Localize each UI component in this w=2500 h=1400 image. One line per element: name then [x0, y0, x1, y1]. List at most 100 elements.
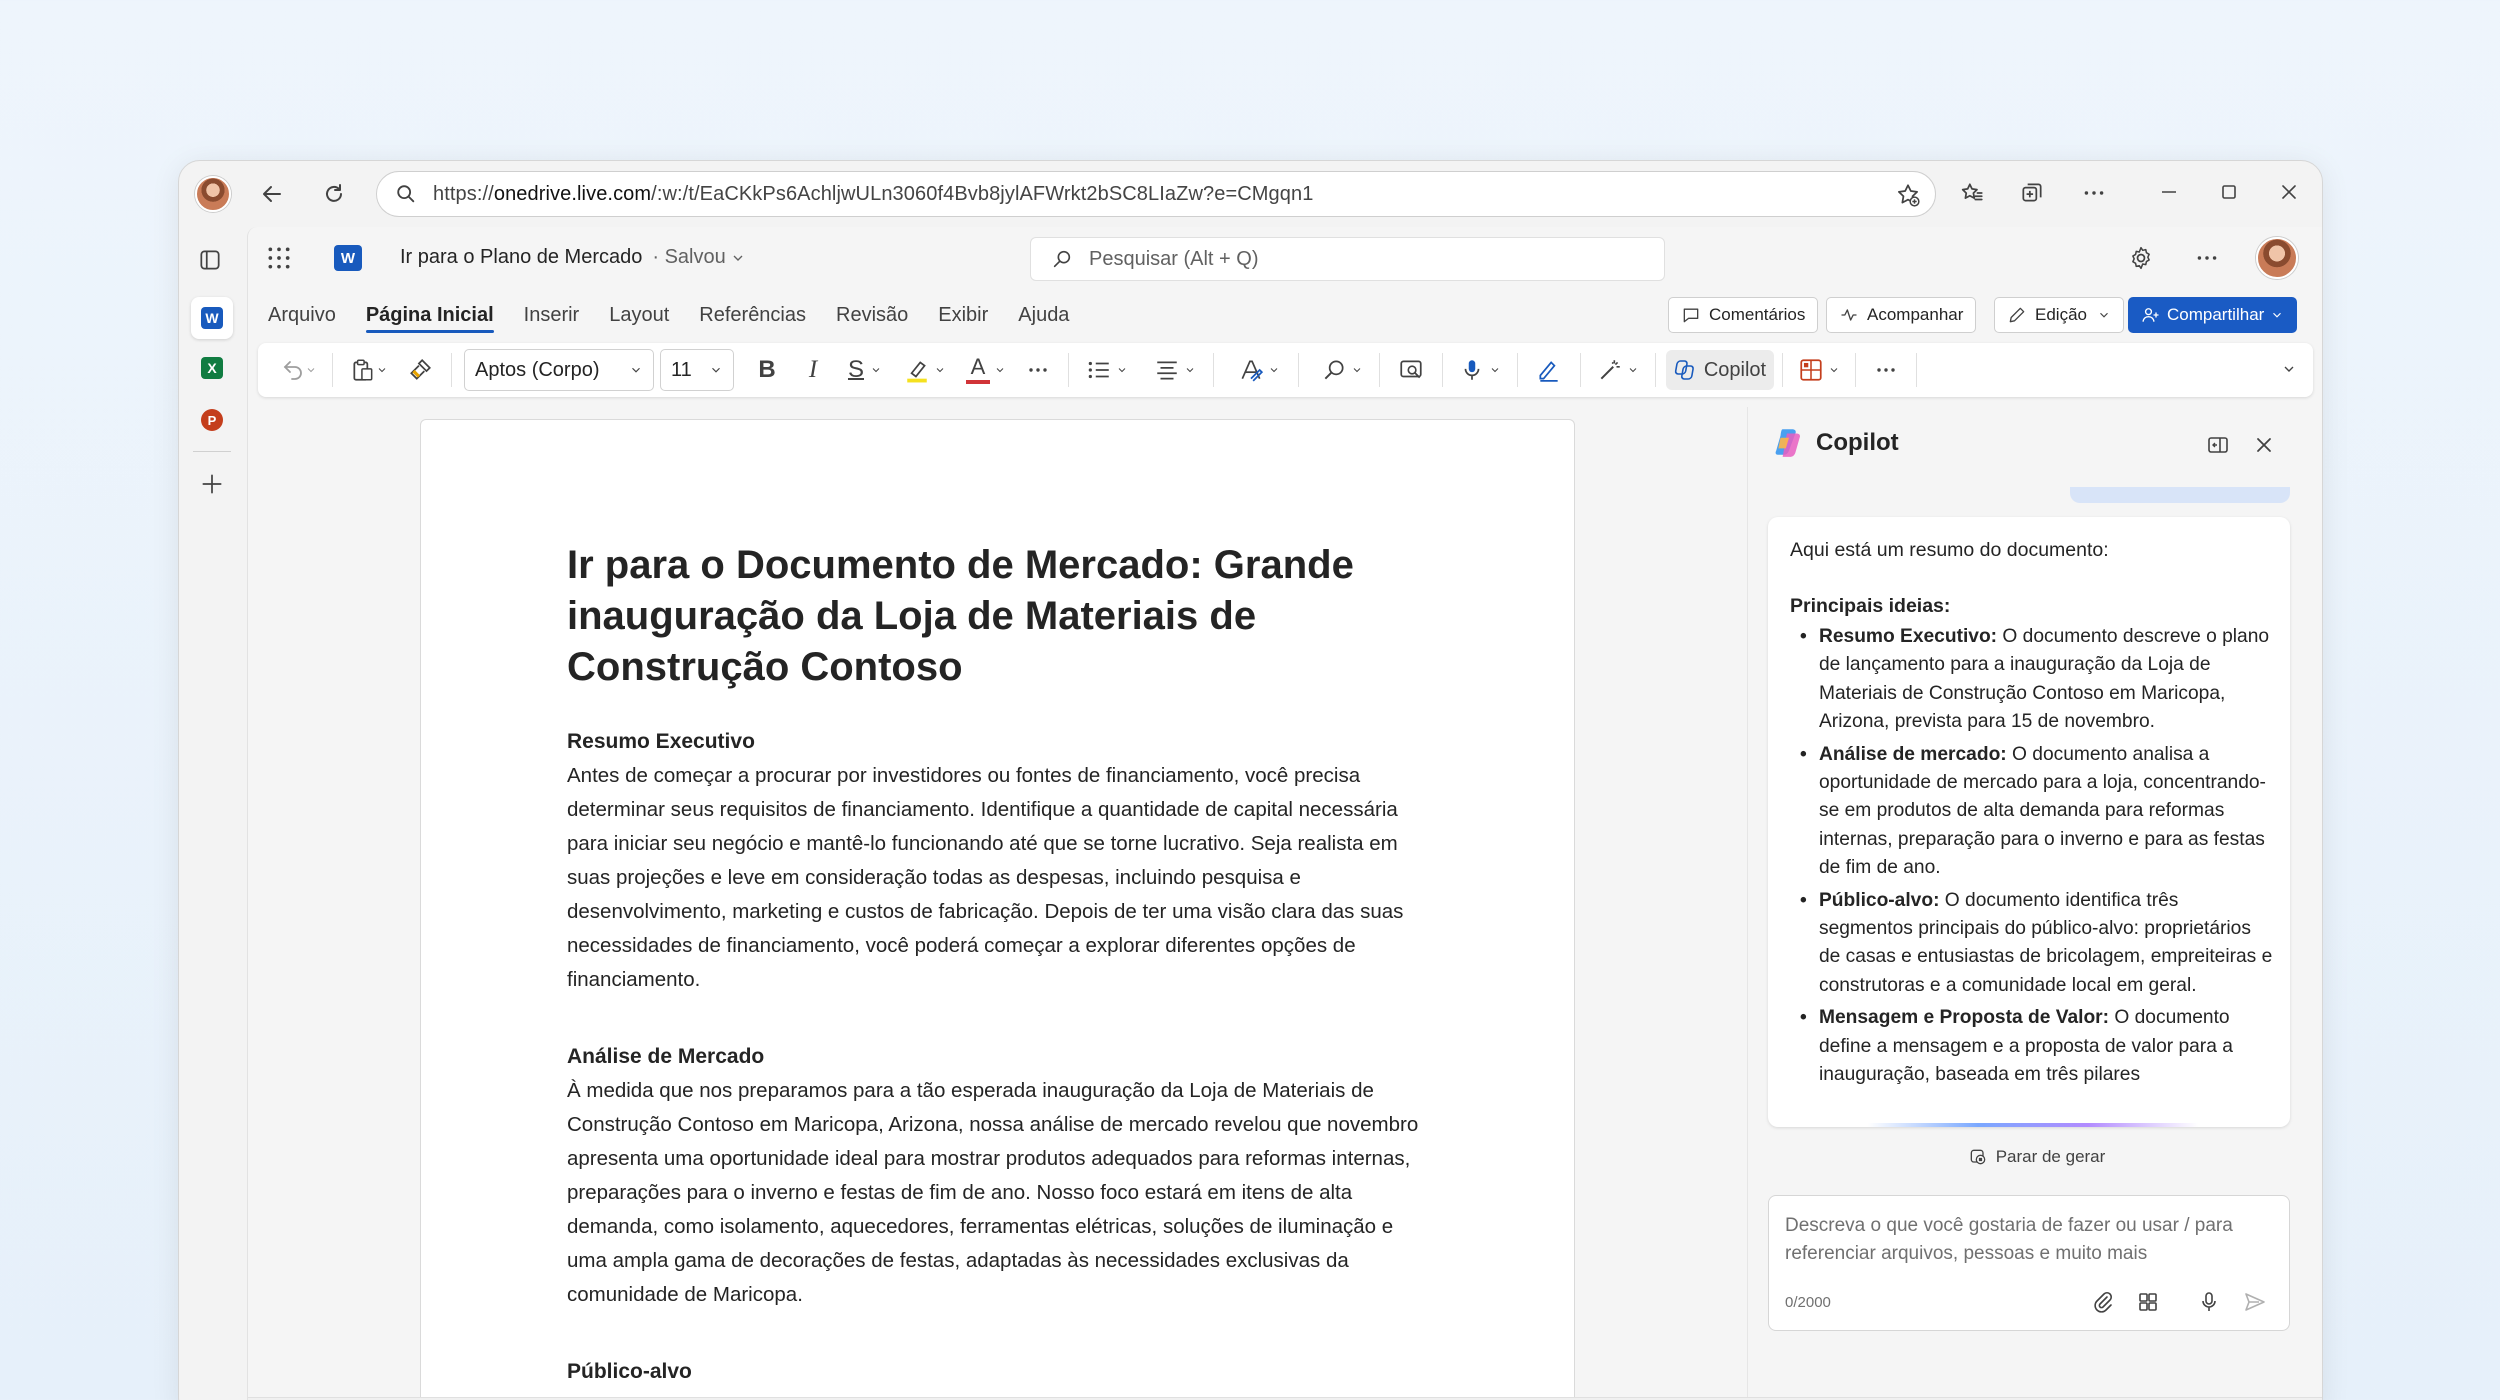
url-text[interactable]: https://onedrive.live.com/:w:/t/EaCKkPs6… [433, 183, 1313, 206]
paste-button[interactable] [341, 350, 397, 390]
search-input[interactable]: Pesquisar (Alt + Q) [1030, 237, 1665, 281]
microphone-icon [1464, 360, 1480, 380]
maximize-icon[interactable] [2217, 180, 2241, 204]
more-options-icon[interactable] [2194, 245, 2220, 271]
italic-button[interactable]: I [790, 350, 836, 390]
back-icon[interactable] [257, 179, 287, 209]
close-pane-icon[interactable] [2252, 433, 2276, 457]
powerpoint-app-icon[interactable]: P [201, 409, 223, 431]
copilot-icon [1674, 360, 1694, 380]
excel-app-icon[interactable]: X [201, 357, 223, 379]
copilot-button-label: Copilot [1703, 358, 1767, 381]
toolbar-divider [451, 353, 452, 387]
tab-inserir[interactable]: Inserir [524, 291, 580, 339]
save-status: · Salvou [652, 246, 726, 268]
expand-ribbon-button[interactable] [2277, 357, 2301, 381]
comments-button[interactable]: Comentários [1668, 297, 1819, 333]
tab-arquivo[interactable]: Arquivo [268, 291, 336, 339]
highlight-button[interactable] [894, 350, 956, 390]
tab-referencias[interactable]: Referências [699, 291, 806, 339]
toolbar-divider [332, 353, 333, 387]
follow-button[interactable]: Acompanhar [1826, 297, 1977, 333]
refresh-icon[interactable] [319, 179, 349, 209]
tabs-icon[interactable] [197, 247, 223, 273]
copilot-toolbar-button[interactable]: Copilot [1666, 350, 1774, 390]
undo-button[interactable] [274, 350, 324, 390]
tab-exibir[interactable]: Exibir [938, 291, 988, 339]
clipboard-icon [353, 359, 373, 381]
favorite-add-icon[interactable] [1895, 182, 1921, 208]
editing-label: Edição [2035, 305, 2087, 324]
more-options-icon[interactable] [2081, 180, 2107, 206]
dictate-button[interactable] [1451, 350, 1509, 390]
document-name[interactable]: Ir para o Plano de Mercado · Salvou [400, 246, 746, 269]
strikethrough-button[interactable]: S [836, 350, 894, 390]
chevron-down-icon [936, 368, 944, 373]
font-family-select[interactable]: Aptos (Corpo) [464, 349, 654, 391]
editor-button[interactable] [1526, 350, 1572, 390]
favorites-icon[interactable] [1959, 180, 1985, 206]
address-bar[interactable]: https://onedrive.live.com/:w:/t/EaCKkPs6… [376, 171, 1936, 217]
styles-icon [1241, 360, 1264, 382]
immersive-reader-button[interactable] [1388, 350, 1434, 390]
app-launcher-icon[interactable] [266, 245, 292, 271]
more-commands-button[interactable] [1864, 350, 1908, 390]
url-prefix: https:// [433, 182, 494, 205]
font-size-select[interactable]: 11 [660, 349, 734, 391]
chevron-down-icon [2273, 312, 2282, 318]
pane-layout-icon[interactable] [2206, 433, 2230, 457]
share-button[interactable]: Compartilhar [2128, 297, 2298, 333]
bullets-button[interactable] [1077, 350, 1137, 390]
section-heading: Análise de Mercado [567, 1045, 765, 1068]
add-icon[interactable] [199, 471, 225, 497]
chevron-down-icon [632, 367, 640, 373]
tab-pagina-inicial[interactable]: Página Inicial [365, 291, 494, 339]
find-button[interactable] [1313, 350, 1371, 390]
tab-layout[interactable]: Layout [609, 291, 669, 339]
document-canvas: Ir para o Documento de Mercado: Grande i… [248, 407, 1748, 1400]
previous-message-bubble [2070, 487, 2290, 503]
list-item: Mensagem e Proposta de Valor: O document… [1790, 1004, 2275, 1089]
search-placeholder: Pesquisar (Alt + Q) [1089, 247, 1259, 270]
settings-gear-icon[interactable] [2128, 245, 2154, 271]
more-font-options-button[interactable] [1016, 350, 1060, 390]
bold-button[interactable]: B [744, 350, 790, 390]
prompts-gallery-icon[interactable] [2136, 1290, 2160, 1314]
word-logo-icon[interactable]: W [334, 245, 362, 271]
add-ins-button[interactable] [1791, 350, 1847, 390]
format-painter-button[interactable] [397, 350, 443, 390]
account-avatar[interactable] [2256, 237, 2298, 279]
styles-button[interactable] [1228, 350, 1290, 390]
chevron-down-icon [1118, 368, 1126, 373]
font-family-value: Aptos (Corpo) [475, 358, 600, 381]
designer-button[interactable] [1589, 350, 1647, 390]
editor-pen-icon [1539, 361, 1558, 382]
minimize-icon[interactable] [2157, 180, 2181, 204]
copilot-logo-icon [1772, 425, 1806, 459]
chevron-down-icon [996, 368, 1004, 373]
profile-avatar[interactable] [195, 176, 231, 212]
ribbon-tabs: Arquivo Página Inicial Inserir Layout Re… [268, 291, 1099, 339]
share-label: Compartilhar [2167, 305, 2265, 324]
alignment-button[interactable] [1145, 350, 1205, 390]
font-color-swatch [966, 380, 990, 384]
copilot-prompt-input[interactable]: Descreva o que você gostaria de fazer ou… [1768, 1195, 2290, 1331]
attach-icon[interactable] [2091, 1290, 2115, 1314]
tab-revisao[interactable]: Revisão [836, 291, 908, 339]
point-label: Mensagem e Proposta de Valor: [1819, 1007, 2110, 1029]
search-icon [1053, 250, 1071, 268]
editing-mode-button[interactable]: Edição [1994, 297, 2124, 333]
close-window-icon[interactable] [2277, 180, 2301, 204]
font-color-button[interactable]: A [956, 350, 1016, 390]
send-icon[interactable] [2243, 1290, 2267, 1314]
apps-grid-icon [1800, 359, 1822, 381]
chevron-down-icon [872, 368, 880, 373]
document-page[interactable]: Ir para o Documento de Mercado: Grande i… [420, 419, 1575, 1400]
comments-label: Comentários [1709, 305, 1806, 324]
tab-ajuda[interactable]: Ajuda [1018, 291, 1069, 339]
stop-generating-button[interactable]: Parar de gerar [1748, 1147, 2322, 1167]
collections-icon[interactable] [2019, 180, 2045, 206]
word-app-icon[interactable]: W [191, 297, 233, 339]
microphone-icon[interactable] [2197, 1290, 2221, 1314]
toolbar-divider [1213, 353, 1214, 387]
